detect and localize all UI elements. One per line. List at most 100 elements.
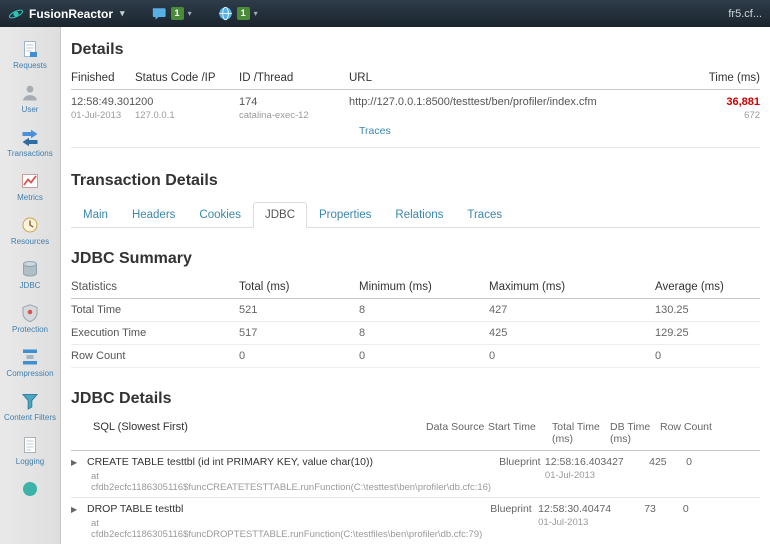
main-content: Details Finished Status Code /IP ID /Thr… [61,27,770,544]
sidebar-item-jdbc[interactable]: JDBC [0,259,60,290]
stat-max: 425 [489,327,508,339]
jdbc-table-header: SQL (Slowest First) Data Source Start Ti… [71,418,760,451]
notifications-menu[interactable]: 1 ▾ [151,6,192,21]
request-url: http://127.0.0.1:8500/testtest/ben/profi… [349,96,597,108]
tab-jdbc[interactable]: JDBC [252,202,307,228]
tab-main[interactable]: Main [71,202,120,228]
db-time: 425 [649,456,667,468]
start-time: 12:58:16.403 [544,456,607,468]
tab-properties[interactable]: Properties [307,202,383,228]
metrics-icon [22,174,38,188]
data-source: Blueprint [490,503,532,515]
stat-total: 517 [239,327,258,339]
details-table-header: Finished Status Code /IP ID /Thread URL … [71,69,760,90]
col-db-time: DB Time (ms) [610,421,651,445]
section-divider [71,147,760,148]
col-sql: SQL (Slowest First) [93,421,188,433]
stat-min: 8 [359,327,366,339]
resources-icon [22,217,38,233]
sidebar-label: JDBC [19,281,41,290]
stat-label: Execution Time [71,327,147,339]
funnel-icon [21,394,39,410]
sidebar-item-content-filters[interactable]: Content Filters [0,391,60,422]
sidebar-item-logging[interactable]: Logging [0,435,60,466]
transaction-details-title: Transaction Details [71,172,218,189]
col-statistics: Statistics [71,281,118,293]
sidebar-label: Compression [6,369,54,378]
stat-total: 0 [239,350,246,362]
chevron-down-icon: ▾ [253,9,258,18]
transactions-icon [22,129,38,147]
tab-headers[interactable]: Headers [120,202,187,228]
tab-relations[interactable]: Relations [383,202,455,228]
server-name[interactable]: fr5.cf... [728,8,762,20]
user-icon [23,85,37,101]
col-start-time: Start Time [488,421,536,433]
ip-address: 127.0.0.1 [135,110,175,121]
jdbc-database-icon [23,261,37,277]
sidebar-item-protection[interactable]: Protection [0,303,60,334]
summary-table-header: Statistics Total (ms) Minimum (ms) Maxim… [71,278,760,299]
details-row: 12:58:49.301 01-Jul-2013 200 127.0.0.1 1… [71,90,760,123]
tab-cookies[interactable]: Cookies [187,202,253,228]
col-url: URL [349,72,373,84]
stat-label: Total Time [71,304,122,316]
brand-label: FusionReactor [29,6,114,21]
col-status-ip: Status Code /IP [135,72,216,84]
stat-avg: 129.25 [655,327,689,339]
sidebar-label: Requests [13,61,47,70]
col-total-time: Total Time (ms) [552,421,600,445]
updates-menu[interactable]: 1 ▾ [218,6,258,21]
expand-icon[interactable]: ▶ [71,456,87,493]
sidebar-item-user[interactable]: User [0,83,60,114]
sidebar-label: Transactions [7,149,53,158]
tab-traces[interactable]: Traces [455,202,514,228]
col-minimum: Minimum (ms) [359,281,432,293]
partial-icon [23,482,37,496]
fusionreactor-logo-icon [8,9,24,18]
expand-icon[interactable]: ▶ [71,503,87,540]
traces-link[interactable]: Traces [359,125,391,137]
sidebar-item-partial[interactable] [0,479,60,499]
sql-text: CREATE TABLE testtbl (id int PRIMARY KEY… [87,456,373,468]
jdbc-row: ▶ DROP TABLE testtbl at cfdb2ecfc1186305… [71,498,760,544]
start-date: 01-Jul-2013 [538,517,589,528]
brand-menu[interactable]: FusionReactor ▾ [8,6,125,22]
stat-avg: 0 [655,350,662,362]
transaction-tabs: Main Headers Cookies JDBC Properties Rel… [71,202,760,228]
col-row-count: Row Count [660,421,712,433]
sidebar-label: User [21,105,39,114]
sidebar-item-compression[interactable]: Compression [0,347,60,378]
sidebar-label: Resources [10,237,50,246]
sidebar-item-resources[interactable]: Resources [0,215,60,246]
col-finished: Finished [71,72,115,84]
row-count: 0 [682,503,689,515]
sidebar-label: Content Filters [3,413,57,422]
col-id-thread: ID /Thread [239,72,294,84]
sql-text: DROP TABLE testtbl [87,503,184,515]
sidebar-item-transactions[interactable]: Transactions [0,127,60,158]
sidebar-item-requests[interactable]: Requests [0,39,60,70]
col-time: Time (ms) [708,72,760,84]
summary-row: Row Count 0 0 0 0 [71,345,760,368]
requests-icon [24,41,37,57]
thread-name: catalina-exec-12 [239,110,309,121]
summary-row: Total Time 521 8 427 130.25 [71,299,760,322]
traces-link-row: Traces [71,125,760,137]
col-data-source: Data Source [426,421,485,433]
stat-max: 0 [489,350,496,362]
sidebar-item-metrics[interactable]: Metrics [0,171,60,202]
stat-min: 0 [359,350,366,362]
row-count: 0 [686,456,692,468]
col-total: Total (ms) [239,281,290,293]
col-average: Average (ms) [655,281,724,293]
finished-date: 01-Jul-2013 [71,110,122,121]
stack-trace: at cfdb2ecfc1186305116$funcDROPTESTTABLE… [91,518,483,540]
data-source: Blueprint [499,456,541,468]
total-time-value: 36,881 [726,96,760,108]
chevron-down-icon: ▾ [187,9,192,18]
topbar: FusionReactor ▾ 1 ▾ 1 ▾ fr5.cf... [0,0,770,27]
stat-label: Row Count [71,350,126,362]
stack-trace: at cfdb2ecfc1186305116$funcCREATETESTTAB… [91,471,492,493]
stat-avg: 130.25 [655,304,689,316]
